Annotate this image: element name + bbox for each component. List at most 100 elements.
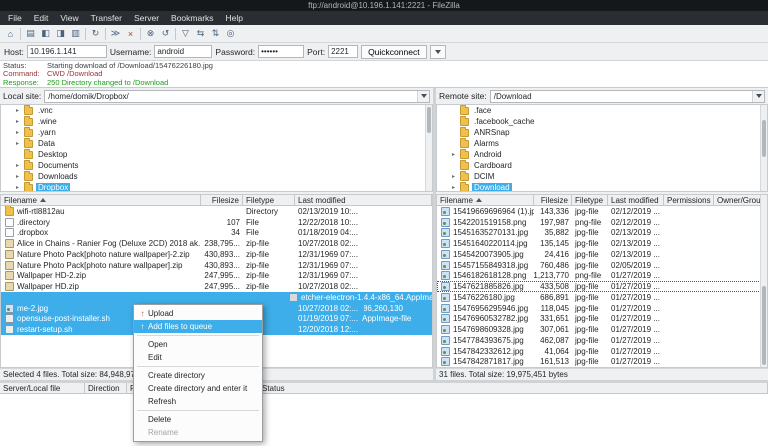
- context-menu-item-open[interactable]: Open: [134, 338, 262, 351]
- queue-column-server-local-file[interactable]: Server/Local file: [0, 383, 85, 393]
- caret-icon[interactable]: ▸: [16, 140, 24, 147]
- caret-icon[interactable]: ▸: [16, 173, 24, 180]
- context-menu-item-create-directory-and-enter[interactable]: Create directory and enter it: [134, 382, 262, 395]
- host-input[interactable]: [27, 45, 107, 58]
- context-menu-item-upload[interactable]: ↑ Upload: [134, 307, 262, 320]
- toolbar-separator[interactable]: [173, 28, 178, 40]
- context-menu-item-create-directory[interactable]: Create directory: [134, 369, 262, 382]
- file-row[interactable]: 1545420073905.jpg 24,416 jpg-file 02/13/…: [437, 249, 767, 260]
- scrollbar-thumb[interactable]: [427, 107, 431, 133]
- column-header-filesize[interactable]: Filesize: [534, 195, 572, 205]
- filter-icon[interactable]: ▽: [178, 27, 193, 41]
- menu-item[interactable]: File: [2, 13, 28, 23]
- context-menu-item-edit[interactable]: Edit: [134, 351, 262, 364]
- password-input[interactable]: [258, 45, 304, 58]
- caret-icon[interactable]: ▸: [16, 162, 24, 169]
- column-header-last-modified[interactable]: Last modified: [295, 195, 432, 205]
- file-row[interactable]: etcher-electron-1.4.4-x86_64.AppImage 86…: [1, 292, 432, 303]
- context-menu-item-rename[interactable]: Rename: [134, 426, 262, 439]
- context-menu-item-refresh[interactable]: Refresh: [134, 395, 262, 408]
- file-row[interactable]: 15476226180.jpg 686,891 jpg-file 01/27/2…: [437, 292, 767, 303]
- scrollbar-thumb[interactable]: [762, 120, 766, 156]
- tree-item[interactable]: ▸ .wine: [1, 116, 432, 127]
- file-row[interactable]: 15476956295946.jpg 118,045 jpg-file 01/2…: [437, 303, 767, 314]
- column-header-last-modified[interactable]: Last modified: [608, 195, 664, 205]
- toggle-queue-icon[interactable]: ▥: [68, 27, 83, 41]
- tree-item[interactable]: ▸ Android: [437, 149, 767, 160]
- file-row[interactable]: 1542201519158.png 197,987 png-file 02/12…: [437, 217, 767, 228]
- local-site-combo[interactable]: /home/domik/Dropbox/: [44, 90, 430, 103]
- chevron-down-icon[interactable]: [417, 91, 429, 102]
- scrollbar[interactable]: [760, 195, 767, 367]
- column-header-filesize[interactable]: Filesize: [201, 195, 243, 205]
- file-row[interactable]: 1547842871817.jpg 161,513 jpg-file 01/27…: [437, 357, 767, 368]
- caret-icon[interactable]: ▸: [16, 118, 24, 125]
- file-row[interactable]: wifi-rtl8812au Directory 02/13/2019 10:.…: [1, 206, 432, 217]
- tree-item[interactable]: .face: [437, 105, 767, 116]
- caret-icon[interactable]: ▸: [16, 129, 24, 136]
- reconnect-icon[interactable]: ↺: [158, 27, 173, 41]
- tree-item[interactable]: Alarms: [437, 138, 767, 149]
- toggle-remote-tree-icon[interactable]: ◨: [53, 27, 68, 41]
- column-header-filetype[interactable]: Filetype: [572, 195, 608, 205]
- toolbar-separator[interactable]: [18, 28, 23, 40]
- tree-item[interactable]: ▸ Data: [1, 138, 432, 149]
- caret-icon[interactable]: ▸: [452, 151, 460, 158]
- file-row[interactable]: Nature Photo Pack[photo nature wallpaper…: [1, 260, 432, 271]
- context-menu-item-add-files-to-queue[interactable]: ↑ Add files to queue: [134, 320, 262, 333]
- process-queue-icon[interactable]: ≫: [108, 27, 123, 41]
- queue-column-direction[interactable]: Direction: [85, 383, 127, 393]
- file-row[interactable]: 1547842332612.jpg 41,064 jpg-file 01/27/…: [437, 346, 767, 357]
- file-row[interactable]: 1547621885826.jpg 433,508 jpg-file 01/27…: [437, 281, 767, 292]
- toolbar-separator[interactable]: [138, 28, 143, 40]
- tree-item[interactable]: ▸ .vnc: [1, 105, 432, 116]
- site-manager-icon[interactable]: ⌂: [3, 27, 18, 41]
- menu-item[interactable]: Server: [128, 13, 165, 23]
- file-row[interactable]: 1547784393675.jpg 462,087 jpg-file 01/27…: [437, 335, 767, 346]
- caret-icon[interactable]: ▸: [16, 184, 24, 191]
- chevron-down-icon[interactable]: [752, 91, 764, 102]
- menu-item[interactable]: Bookmarks: [165, 13, 220, 23]
- menu-item[interactable]: Edit: [28, 13, 55, 23]
- menu-item[interactable]: View: [54, 13, 84, 23]
- caret-icon[interactable]: ▸: [452, 173, 460, 180]
- quickconnect-button[interactable]: Quickconnect: [361, 45, 427, 59]
- file-row[interactable]: Nature Photo Pack[photo nature wallpaper…: [1, 249, 432, 260]
- context-menu-separator[interactable]: [134, 364, 262, 369]
- column-header-permissions[interactable]: Permissions: [664, 195, 714, 205]
- context-menu-item-delete[interactable]: Delete: [134, 413, 262, 426]
- context-menu-separator[interactable]: [134, 333, 262, 338]
- tree-item[interactable]: ▸ Documents: [1, 160, 432, 171]
- disconnect-icon[interactable]: ⊗: [143, 27, 158, 41]
- menu-item[interactable]: Help: [220, 13, 249, 23]
- tree-item[interactable]: ▸ .yarn: [1, 127, 432, 138]
- context-menu-separator[interactable]: [134, 408, 262, 413]
- synchronized-browsing-icon[interactable]: ⇅: [208, 27, 223, 41]
- menu-item[interactable]: Transfer: [85, 13, 128, 23]
- toolbar-separator[interactable]: [103, 28, 108, 40]
- file-row[interactable]: Wallpaper HD-2.zip 247,995... zip-file 1…: [1, 271, 432, 282]
- file-row[interactable]: Alice in Chains - Ranier Fog (Deluxe 2CD…: [1, 238, 432, 249]
- username-input[interactable]: [154, 45, 212, 58]
- tree-item[interactable]: ▸ Dropbox: [1, 182, 432, 192]
- remote-site-combo[interactable]: /Download: [490, 90, 765, 103]
- toggle-local-tree-icon[interactable]: ◧: [38, 27, 53, 41]
- scrollbar-thumb[interactable]: [762, 286, 766, 365]
- caret-icon[interactable]: ▸: [452, 184, 460, 191]
- column-header-filetype[interactable]: Filetype: [243, 195, 295, 205]
- directory-compare-icon[interactable]: ⇆: [193, 27, 208, 41]
- refresh-icon[interactable]: ↻: [88, 27, 103, 41]
- find-files-icon[interactable]: ◎: [223, 27, 238, 41]
- file-row[interactable]: Wallpaper HD.zip 247,995... zip-file 10/…: [1, 281, 432, 292]
- file-row[interactable]: 15476960532782.jpg 331,651 jpg-file 01/2…: [437, 314, 767, 325]
- tree-item[interactable]: Desktop: [1, 149, 432, 160]
- tree-item[interactable]: .facebook_cache: [437, 116, 767, 127]
- file-row[interactable]: .directory 107 File 12/22/2018 10:...: [1, 217, 432, 228]
- file-row[interactable]: 15451640220114.jpg 135,145 jpg-file 02/1…: [437, 238, 767, 249]
- tree-item[interactable]: ▸ DCIM: [437, 171, 767, 182]
- column-header-filename[interactable]: Filename: [1, 195, 201, 205]
- tree-item[interactable]: ANRSnap: [437, 127, 767, 138]
- file-row[interactable]: 15419669696964 (1).jpg 143,336 jpg-file …: [437, 206, 767, 217]
- toggle-message-log-icon[interactable]: ▤: [23, 27, 38, 41]
- file-row[interactable]: 1546182618128.png 1,213,770 png-file 01/…: [437, 271, 767, 282]
